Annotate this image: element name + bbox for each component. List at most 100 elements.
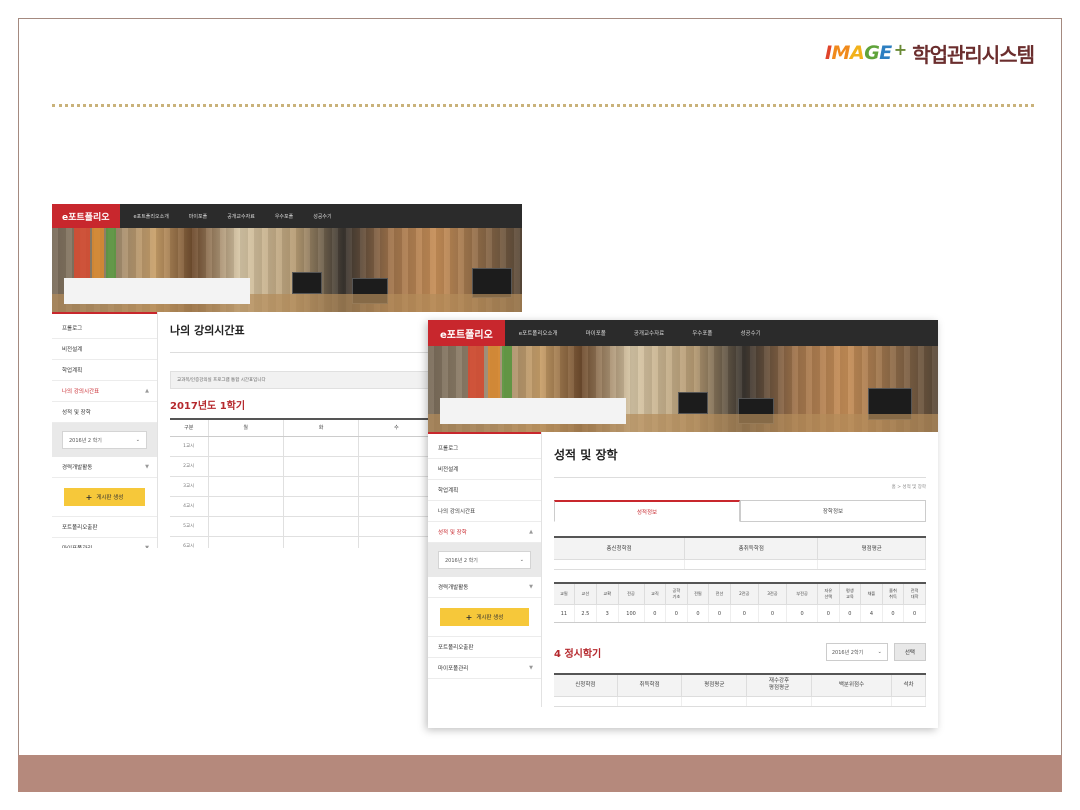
sidebar-item[interactable]: 프롤로그 [52, 318, 157, 339]
sidebar-item[interactable]: 나의 강의시간표 ▲ [52, 381, 157, 402]
timetable-cell[interactable] [208, 456, 284, 477]
table-header: 월 [208, 419, 284, 437]
detail-header: 2전공 [730, 582, 759, 605]
top-nav: e포트폴리오 e포트폴리오소개 마이포폴 공개교수자료 우수포폴 성공수기 [52, 204, 522, 228]
plus-icon: + [465, 612, 473, 622]
timetable-cell[interactable] [283, 496, 360, 517]
timetable-cell[interactable] [208, 516, 284, 537]
sidebar-item[interactable]: 포트폴리오출판 [52, 517, 157, 538]
summary-table: 총신청학점 총취득학점 평점평균 [554, 536, 926, 570]
grade-header: 신청학점 [554, 674, 618, 697]
grade-cell [746, 696, 812, 707]
detail-value: 0 [665, 604, 688, 623]
portfolio-logo[interactable]: e포트폴리오 [52, 204, 120, 228]
detail-header: 전선 [708, 582, 731, 605]
timetable-cell[interactable] [208, 536, 284, 548]
timetable-cell[interactable] [283, 536, 360, 548]
sidebar-item[interactable]: 마이포폴관리 ▼ [52, 538, 157, 548]
detail-header: 채플 [860, 582, 883, 605]
sidebar-item-label: 포트폴리오출판 [62, 525, 98, 531]
sidebar-item[interactable]: 성적 및 장학 [52, 402, 157, 423]
summary-header: 평점평균 [817, 537, 926, 560]
nav-item[interactable]: 우수포폴 [275, 213, 293, 220]
detail-header: 공학 기초 [665, 582, 688, 605]
grade-cell [617, 696, 683, 707]
sidebar-item[interactable]: 나의 강의시간표 [428, 501, 541, 522]
semester-select[interactable]: 2016년 2 학기 ⌄ [438, 551, 531, 569]
timetable-cell[interactable] [358, 476, 435, 497]
sidebar-item-label: 성적 및 장학 [438, 530, 467, 536]
create-board-button[interactable]: + 게시판 생성 [440, 608, 529, 626]
period-cell: 4교시 [170, 496, 209, 517]
timetable-cell[interactable] [283, 476, 360, 497]
summary-cell [684, 559, 819, 570]
portfolio-logo[interactable]: e포트폴리오 [428, 320, 505, 346]
nav-item[interactable]: e포트폴리오소개 [134, 213, 169, 220]
nav-item[interactable]: 공개교수자료 [227, 213, 255, 220]
detail-value: 4 [860, 604, 883, 623]
nav-item[interactable]: 성공수기 [740, 329, 760, 337]
detail-value: 0 [903, 604, 926, 623]
nav-item[interactable]: 성공수기 [313, 213, 331, 220]
timetable-cell[interactable] [283, 436, 360, 457]
timetable-cell[interactable] [358, 516, 435, 537]
detail-value: 0 [758, 604, 788, 623]
sidebar-item[interactable]: 학업계획 [52, 360, 157, 381]
sidebar-item[interactable]: 비전설계 [428, 459, 541, 480]
semester-title: 2017년도 1학기 [170, 401, 246, 412]
timetable-cell[interactable] [208, 496, 284, 517]
sidebar-item-label: 비전설계 [438, 467, 459, 473]
create-board-button[interactable]: + 게시판 생성 [64, 488, 145, 506]
timetable-cell[interactable] [208, 476, 284, 497]
tab-grades[interactable]: 성적정보 [554, 500, 740, 522]
sidebar-item-label: 경력개발활동 [438, 585, 469, 591]
detail-value: 100 [618, 604, 645, 623]
footer-band [18, 755, 1062, 792]
caret-icon: ▲ [529, 529, 533, 535]
caret-icon: ▼ [529, 584, 533, 590]
table-header: 화 [283, 419, 360, 437]
sidebar-item-label: 프롤로그 [62, 326, 83, 332]
detail-value: 0 [839, 604, 862, 623]
select-button[interactable]: 선택 [893, 643, 926, 661]
sidebar-item[interactable]: 학업계획 [428, 480, 541, 501]
detail-header: 3전공 [758, 582, 788, 605]
timetable-cell[interactable] [358, 456, 435, 477]
sidebar-item[interactable]: 성적 및 장학 ▲ [428, 522, 541, 543]
sidebar: 프롤로그비전설계학업계획 나의 강의시간표성적 및 장학 ▲ 2016년 2 학기 ⌄… [428, 432, 542, 707]
detail-header: 교선 [574, 582, 597, 605]
sidebar-item-label: 비전설계 [62, 347, 83, 353]
nav-item[interactable]: e포트폴리오소개 [519, 329, 558, 337]
sidebar-item[interactable]: 경력개발활동 ▼ [428, 577, 541, 598]
sidebar: 프롤로그비전설계학업계획 나의 강의시간표 ▲ 성적 및 장학 2016년 2 학기 ⌄… [52, 312, 158, 548]
detail-value: 3 [596, 604, 619, 623]
timetable-cell[interactable] [283, 516, 360, 537]
timetable-cell[interactable] [358, 496, 435, 517]
tab-scholarship[interactable]: 장학정보 [740, 500, 926, 522]
chevron-down-icon: ⌄ [877, 649, 882, 655]
period-cell: 3교시 [170, 476, 209, 497]
detail-value: 0 [644, 604, 667, 623]
term-select[interactable]: 2016년 2학기 ⌄ [825, 643, 888, 661]
sidebar-item[interactable]: 포트폴리오출판 [428, 637, 541, 658]
nav-item[interactable]: 공개교수자료 [634, 329, 664, 337]
sidebar-item[interactable]: 마이포폴관리 ▼ [428, 658, 541, 679]
timetable-cell[interactable] [208, 436, 284, 457]
sidebar-item-label: 포트폴리오출판 [438, 645, 474, 651]
page-title: 성적 및 장학 [554, 442, 926, 478]
nav-item[interactable]: 우수포폴 [692, 329, 712, 337]
nav-item[interactable]: 마이포폴 [586, 329, 606, 337]
sidebar-item[interactable]: 비전설계 [52, 339, 157, 360]
nav-item[interactable]: 마이포폴 [189, 213, 207, 220]
grade-header: 석차 [891, 674, 926, 697]
brand-plus-icon: + [893, 39, 908, 59]
semester-select[interactable]: 2016년 2 학기 ⌄ [62, 431, 147, 449]
timetable-cell[interactable] [358, 436, 435, 457]
timetable-cell[interactable] [358, 536, 435, 548]
detail-value: 0 [882, 604, 905, 623]
period-cell: 6교시 [170, 536, 209, 548]
sidebar-item[interactable]: 프롤로그 [428, 438, 541, 459]
timetable-cell[interactable] [283, 456, 360, 477]
detail-value: 0 [730, 604, 759, 623]
sidebar-item[interactable]: 경력개발활동 ▼ [52, 457, 157, 478]
